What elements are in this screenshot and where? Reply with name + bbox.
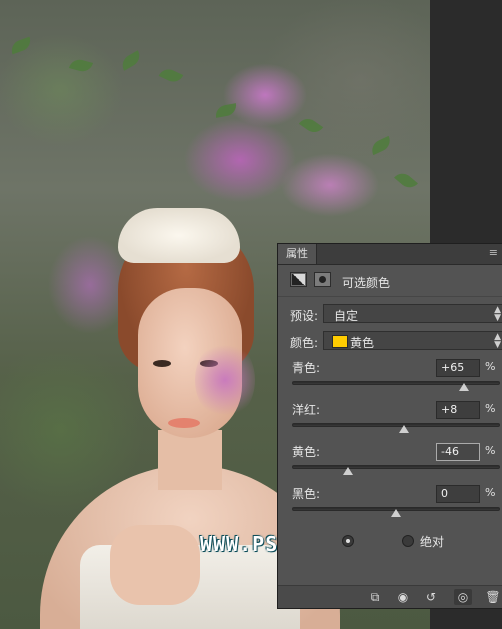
slider-label: 洋红: [292,403,321,417]
leaf-decoration [68,57,94,74]
model-eye [153,360,171,367]
leaf-decoration [158,65,184,86]
model-lips [168,418,200,428]
layer-mask-icon[interactable] [314,272,331,287]
adjustment-header: 可选颜色 [278,266,502,297]
adjustment-layer-icon[interactable] [290,272,307,287]
leaf-decoration [368,135,394,156]
value-input[interactable]: -46 [436,443,480,461]
leaf-decoration [214,103,238,118]
slider-track[interactable] [292,465,500,469]
color-swatch [332,335,348,348]
clip-to-layer-icon[interactable]: ⧉ [366,589,384,605]
visibility-eye-icon[interactable]: ◎ [454,589,472,605]
percent-unit: % [485,360,496,373]
model-hand [110,525,200,605]
slider-thumb[interactable] [391,509,401,517]
updown-arrow-icon: ▲ ▼ [494,305,501,323]
slider-thumb[interactable] [343,467,354,475]
panel-tab-bar: 属性 ≡ [278,244,502,265]
slider-thumb[interactable] [399,425,410,433]
preset-dropdown[interactable]: 自定 ▲ ▼ [323,304,502,323]
relative-radio[interactable] [342,535,354,547]
percent-unit: % [485,444,496,457]
slider-label: 黑色: [292,487,321,501]
blossom-branch [195,340,255,420]
preset-row: 预设: 自定 ▲ ▼ [278,304,502,326]
value-input[interactable]: +8 [436,401,480,419]
leaf-decoration [8,36,34,55]
leaf-decoration [394,169,418,192]
slider-thumb[interactable] [458,383,469,391]
color-row: 颜色: 黄色 ▲ ▼ [278,331,502,353]
value-input[interactable]: 0 [436,485,480,503]
reset-icon[interactable]: ↺ [422,589,440,605]
leaf-decoration [298,114,324,137]
slider-label: 青色: [292,361,321,375]
percent-unit: % [485,486,496,499]
slider-track[interactable] [292,381,500,385]
view-previous-state-icon[interactable]: ◉ [394,589,412,605]
slider-track[interactable] [292,423,500,427]
absolute-label: 绝对 [420,535,445,549]
updown-arrow-icon: ▲ ▼ [494,332,501,350]
value-input[interactable]: +65 [436,359,480,377]
percent-unit: % [485,402,496,415]
color-label: 颜色: [290,336,319,350]
color-dropdown[interactable]: 黄色 ▲ ▼ [323,331,502,350]
leaf-decoration [118,50,144,71]
panel-menu-icon[interactable]: ≡ [489,246,498,259]
preset-value: 自定 [334,309,359,323]
tab-properties[interactable]: 属性 [278,244,317,264]
model-neck [158,430,222,490]
absolute-radio[interactable] [402,535,414,547]
flower-headpiece [118,208,240,263]
slider-label: 黄色: [292,445,321,459]
color-value: 黄色 [350,336,375,350]
panel-bottom-toolbar: ⧉ ◉ ↺ ◎ 🗑 [278,585,502,608]
adjustment-title: 可选颜色 [342,276,391,290]
trash-icon[interactable]: 🗑 [484,589,502,605]
properties-panel: 属性 ≡ 可选颜色 预设: 自定 ▲ ▼ 颜色: 黄色 ▲ ▼ 青色: +65 % … [277,243,502,609]
preset-label: 预设: [290,309,319,323]
